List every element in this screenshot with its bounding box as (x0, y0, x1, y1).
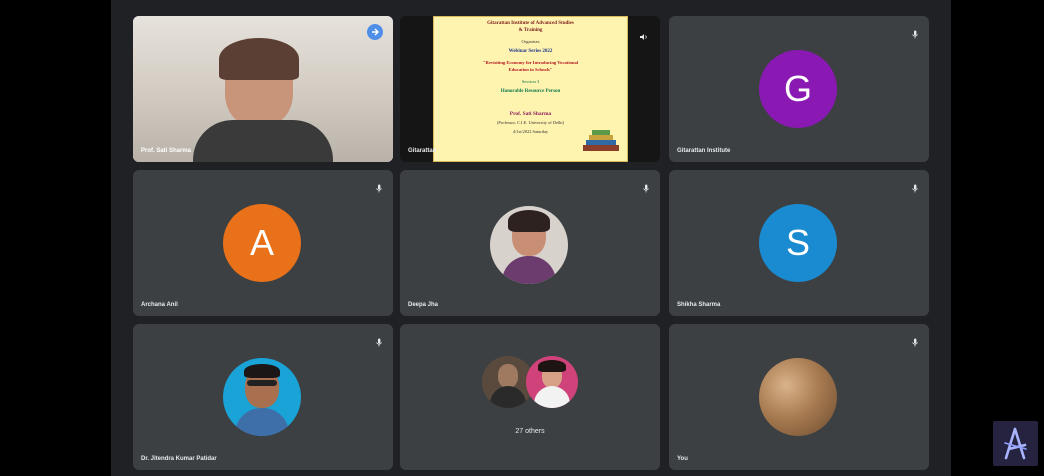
poster-line: Session 3 (521, 79, 540, 84)
mic-off-icon (911, 180, 919, 193)
poster-line: & Training (518, 28, 543, 33)
participant-tile-3[interactable]: G Gitarattan Institute (669, 16, 929, 162)
participant-name: Gitarattan (408, 148, 437, 154)
poster-line: Organises (521, 39, 540, 44)
avatar: G (759, 50, 837, 128)
participant-name: Shikha Sharma (677, 302, 721, 308)
app-logo-icon (993, 421, 1038, 466)
speaker-body (193, 120, 333, 162)
participant-name: Archana Anil (141, 302, 178, 308)
poster-line: Prof. Sati Sharma (509, 111, 552, 117)
participant-tile-1[interactable]: Prof. Sati Sharma (133, 16, 393, 162)
participant-tile-2[interactable]: Gitarattan Institute of Advanced Studies… (400, 16, 660, 162)
participant-tile-8[interactable]: 27 others (400, 324, 660, 470)
avatar: S (759, 204, 837, 282)
volume-icon (640, 28, 648, 40)
participant-name: You (677, 456, 688, 462)
pin-icon[interactable] (367, 24, 383, 40)
participant-tile-5[interactable]: Deepa Jha (400, 170, 660, 316)
poster-line: Webinar Series 2022 (508, 49, 553, 54)
profile-photo (223, 358, 301, 436)
poster-line: Honorable Resource Person (500, 89, 561, 94)
others-count: 27 others (515, 428, 545, 435)
avatar: A (223, 204, 301, 282)
others-avatar-2 (526, 356, 578, 408)
speaker-hair (219, 38, 299, 80)
poster-line: Education in Schools" (508, 67, 553, 72)
mic-off-icon (375, 334, 383, 347)
mic-off-icon (375, 180, 383, 193)
shared-poster: Gitarattan Institute of Advanced Studies… (433, 16, 628, 162)
mic-off-icon (911, 334, 919, 347)
participant-name: Deepa Jha (408, 302, 439, 308)
participant-name: Gitarattan Institute (677, 148, 731, 154)
participant-name: Prof. Sati Sharma (141, 148, 192, 154)
participant-tile-9[interactable]: You (669, 324, 929, 470)
meeting-grid: Prof. Sati Sharma Gitarattan Institute o… (111, 0, 951, 476)
poster-line: Gitarattan Institute of Advanced Studies (487, 21, 574, 26)
profile-photo (759, 358, 837, 436)
poster-line: "Revisiting Economy for Introducing Voca… (482, 60, 579, 65)
participant-name: Dr. Jitendra Kumar Patidar (141, 456, 217, 462)
participant-tile-7[interactable]: Dr. Jitendra Kumar Patidar (133, 324, 393, 470)
profile-photo (490, 206, 568, 284)
books-graphic (583, 125, 619, 151)
mic-off-icon (642, 180, 650, 193)
participant-tile-4[interactable]: A Archana Anil (133, 170, 393, 316)
participant-tile-6[interactable]: S Shikha Sharma (669, 170, 929, 316)
mic-off-icon (911, 26, 919, 39)
